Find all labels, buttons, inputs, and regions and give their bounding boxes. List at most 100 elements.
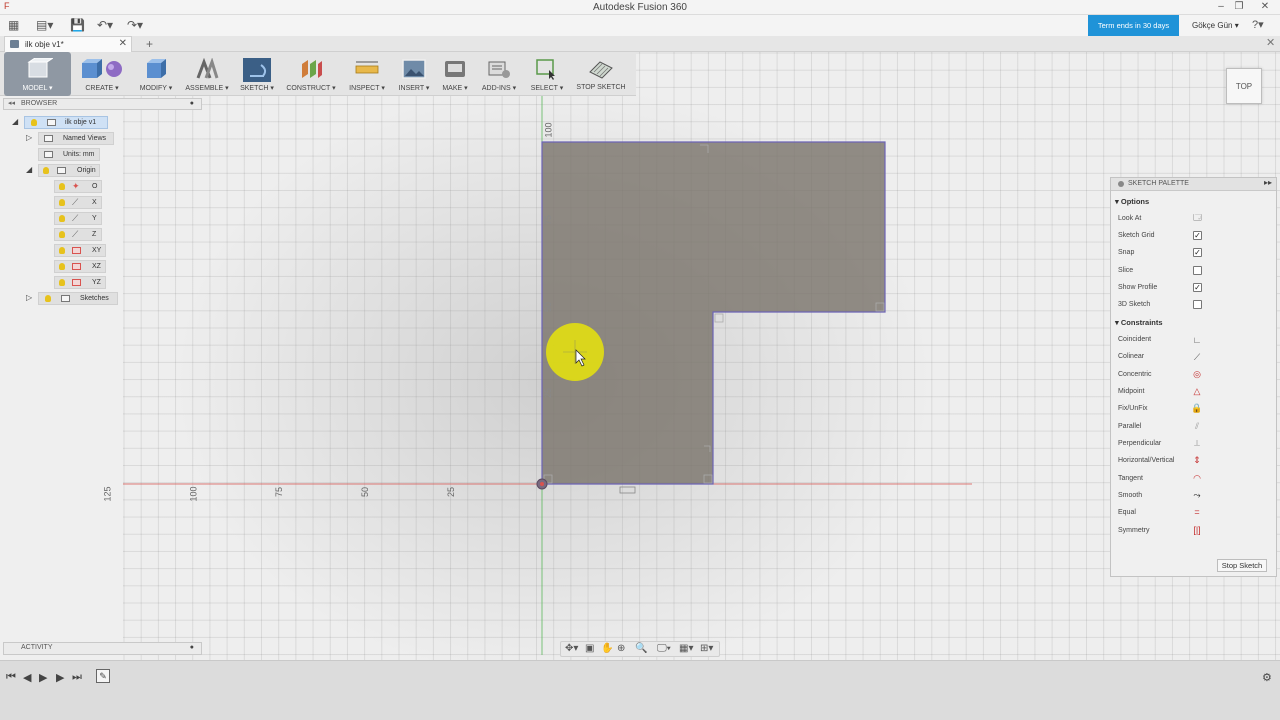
timeline-sketch-feature-icon[interactable]: ✎ <box>96 669 110 683</box>
constraint-midpoint[interactable]: Midpoint <box>1118 388 1144 395</box>
expand-triangle-icon[interactable]: ▷ <box>26 133 32 142</box>
go-to-end-icon[interactable]: ⏭ <box>72 671 82 684</box>
3d-sketch-checkbox[interactable] <box>1193 300 1202 309</box>
constraint-concentric[interactable]: Concentric <box>1118 371 1151 378</box>
lock-icon[interactable]: 🔒 <box>1191 403 1203 414</box>
zoom-icon[interactable]: ⊕ <box>617 643 625 654</box>
activity-panel[interactable]: ACTIVITY ● <box>3 642 202 655</box>
visibility-bulb-icon[interactable] <box>45 295 51 302</box>
sketch-menu-button[interactable]: SKETCH ▾ <box>238 52 276 96</box>
addins-menu-button[interactable]: ADD-INS ▾ <box>480 52 518 96</box>
pin-icon[interactable]: ● <box>190 100 194 107</box>
equal-icon[interactable]: = <box>1191 507 1203 517</box>
construct-menu-button[interactable]: CONSTRUCT ▾ <box>286 52 336 96</box>
visibility-bulb-icon[interactable] <box>43 167 49 174</box>
fit-icon[interactable]: 🔍 <box>635 643 647 654</box>
sketch-profile-l-shape[interactable] <box>541 141 886 485</box>
display-settings-icon[interactable]: 🖵▾ <box>657 643 671 654</box>
visibility-bulb-icon[interactable] <box>59 215 65 222</box>
play-icon[interactable]: ▶ <box>39 671 47 684</box>
sketch-palette-header[interactable]: SKETCH PALETTE ▸▸ <box>1111 178 1276 191</box>
inspect-menu-button[interactable]: INSPECT ▾ <box>348 52 386 96</box>
browser-axis-y[interactable]: ⟋ Y <box>54 212 102 225</box>
insert-menu-button[interactable]: INSERT ▾ <box>396 52 432 96</box>
browser-plane-xy[interactable]: XY <box>54 244 106 257</box>
options-section-header[interactable]: ▾ Options <box>1115 197 1149 206</box>
visibility-bulb-icon[interactable] <box>59 183 65 190</box>
browser-units[interactable]: Units: mm <box>38 148 100 161</box>
browser-plane-xz[interactable]: XZ <box>54 260 106 273</box>
browser-named-views[interactable]: Named Views <box>38 132 114 145</box>
coincident-icon[interactable]: ∟ <box>1191 335 1203 345</box>
collapse-triangle-icon[interactable]: ◢ <box>12 117 18 126</box>
document-settings-icon <box>44 151 53 158</box>
palette-handle-icon[interactable] <box>1118 181 1124 187</box>
perpendicular-icon[interactable]: ⟂ <box>1191 438 1203 449</box>
pin-icon[interactable]: ● <box>190 644 194 651</box>
viewports-icon[interactable]: ⊞▾ <box>700 643 713 654</box>
create-menu-button[interactable]: CREATE ▾ <box>78 52 126 96</box>
smooth-icon[interactable]: ⤳ <box>1191 490 1203 501</box>
constraint-coincident[interactable]: Coincident <box>1118 336 1151 343</box>
grid-settings-icon[interactable]: ▦▾ <box>679 643 693 654</box>
visibility-bulb-icon[interactable] <box>59 231 65 238</box>
visibility-bulb-icon[interactable] <box>59 279 65 286</box>
constraint-equal[interactable]: Equal <box>1118 509 1136 516</box>
expand-triangle-icon[interactable]: ▷ <box>26 293 32 302</box>
parallel-icon[interactable]: ⫽ <box>1191 421 1203 432</box>
modify-menu-button[interactable]: MODIFY ▾ <box>136 52 176 96</box>
sketch-palette-title: SKETCH PALETTE <box>1128 180 1189 187</box>
collapse-arrows-icon[interactable]: ◂◂ <box>8 99 15 107</box>
look-at-icon[interactable]: ▣ <box>585 643 594 654</box>
select-menu-button[interactable]: SELECT ▾ <box>528 52 566 96</box>
constraint-colinear[interactable]: Colinear <box>1118 353 1144 360</box>
constraint-symmetry[interactable]: Symmetry <box>1118 527 1150 534</box>
make-menu-button[interactable]: MAKE ▾ <box>438 52 472 96</box>
browser-origin[interactable]: Origin <box>38 164 100 177</box>
expand-panel-icon[interactable]: ▸▸ <box>1264 178 1272 187</box>
midpoint-icon[interactable]: △ <box>1191 386 1203 397</box>
pan-icon[interactable]: ✋ <box>601 643 613 654</box>
viewcube[interactable]: TOP <box>1226 68 1262 104</box>
slice-checkbox[interactable] <box>1193 266 1202 275</box>
workspace-model-button[interactable]: MODEL ▾ <box>4 52 71 96</box>
ruler-label-v: 25 <box>543 387 554 399</box>
snap-checkbox[interactable]: ✓ <box>1193 248 1202 257</box>
browser-plane-yz[interactable]: YZ <box>54 276 106 289</box>
visibility-bulb-icon[interactable] <box>31 119 37 126</box>
constraint-horizontal-vertical[interactable]: Horizontal/Vertical <box>1118 457 1174 464</box>
visibility-bulb-icon[interactable] <box>59 263 65 270</box>
stop-sketch-toolbar-button[interactable]: STOP SKETCH <box>574 52 628 96</box>
ruler-label-v: 50 <box>543 301 554 313</box>
tangent-icon[interactable]: ◠ <box>1191 473 1203 484</box>
visibility-bulb-icon[interactable] <box>59 247 65 254</box>
go-to-start-icon[interactable]: ⏮ <box>6 671 16 684</box>
constraint-fix-unfix[interactable]: Fix/UnFix <box>1118 405 1148 412</box>
look-at-icon[interactable]: 🗔 <box>1193 214 1202 223</box>
browser-sketches[interactable]: Sketches <box>38 292 118 305</box>
browser-origin-point[interactable]: ✦ O <box>54 180 102 193</box>
colinear-icon[interactable]: ⟋ <box>1191 352 1203 363</box>
show-profile-checkbox[interactable]: ✓ <box>1193 283 1202 292</box>
browser-axis-x[interactable]: ⟋ X <box>54 196 102 209</box>
assemble-menu-button[interactable]: ASSEMBLE ▾ <box>184 52 230 96</box>
constraint-tangent[interactable]: Tangent <box>1118 475 1143 482</box>
step-forward-icon[interactable]: ▶ <box>56 671 64 684</box>
collapse-triangle-icon[interactable]: ◢ <box>26 165 32 174</box>
constraint-parallel[interactable]: Parallel <box>1118 423 1141 430</box>
browser-axis-z[interactable]: ⟋ Z <box>54 228 102 241</box>
horizontal-vertical-icon[interactable]: ⇕ <box>1191 455 1203 466</box>
stop-sketch-button[interactable]: Stop Sketch <box>1217 559 1267 572</box>
browser-root-node[interactable]: ilk obje v1 <box>24 116 108 129</box>
constraint-perpendicular[interactable]: Perpendicular <box>1118 440 1161 447</box>
browser-panel-header[interactable]: ◂◂ BROWSER ● <box>3 98 202 110</box>
step-back-icon[interactable]: ◀ <box>23 671 31 684</box>
constraint-smooth[interactable]: Smooth <box>1118 492 1142 499</box>
visibility-bulb-icon[interactable] <box>59 199 65 206</box>
sketch-grid-checkbox[interactable]: ✓ <box>1193 231 1202 240</box>
orbit-icon[interactable]: ✥▾ <box>565 643 578 654</box>
concentric-icon[interactable]: ◎ <box>1191 369 1203 380</box>
symmetry-icon[interactable]: [|] <box>1191 525 1203 535</box>
timeline-settings-gear-icon[interactable]: ⚙ <box>1262 671 1272 684</box>
constraints-section-header[interactable]: ▾ Constraints <box>1115 318 1163 327</box>
